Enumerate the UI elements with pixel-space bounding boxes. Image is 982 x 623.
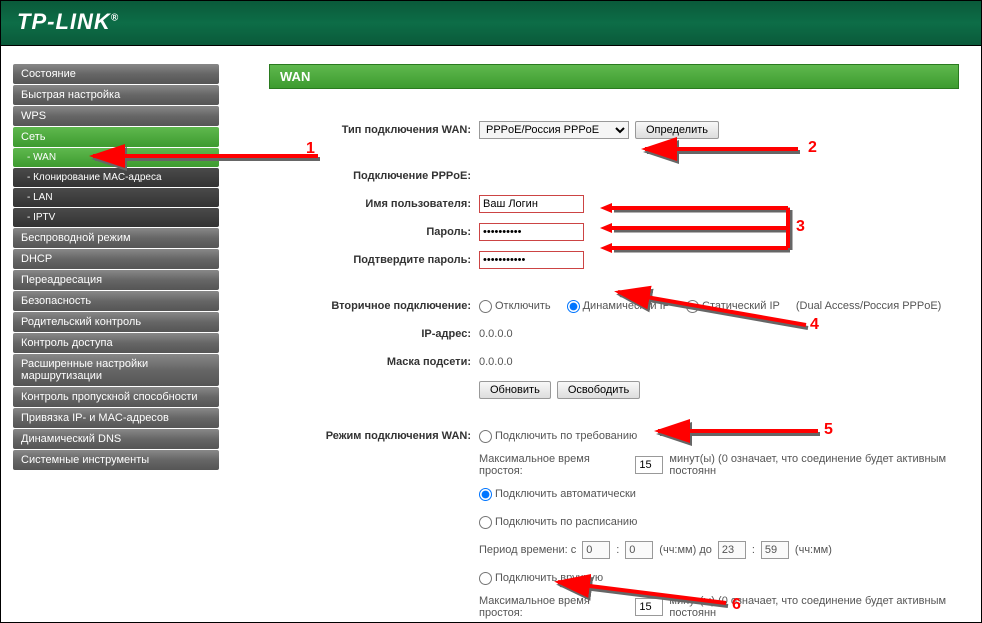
label-wan-type: Тип подключения WAN: xyxy=(269,124,479,136)
password-input[interactable] xyxy=(479,223,584,241)
menu-item[interactable]: - Клонирование MAC-адреса xyxy=(13,168,219,187)
label-wan-mode: Режим подключения WAN: xyxy=(269,430,479,442)
subnet-value: 0.0.0.0 xyxy=(479,356,513,368)
label-max-idle: Максимальное время простоя: xyxy=(479,453,629,477)
menu-item[interactable]: DHCP xyxy=(13,249,219,269)
minutes-note-2: минут(ы) (0 означает, что соединение буд… xyxy=(669,595,981,619)
radio-manual[interactable] xyxy=(479,572,492,585)
menu-item[interactable]: Переадресация xyxy=(13,270,219,290)
detect-button[interactable]: Определить xyxy=(635,121,719,139)
ip-value: 0.0.0.0 xyxy=(479,328,513,340)
label-to: (чч:мм) до xyxy=(659,544,712,556)
time3-input[interactable] xyxy=(718,541,746,559)
radio-disable[interactable] xyxy=(479,300,492,313)
radio-ondemand-label: Подключить по требованию xyxy=(495,430,637,442)
header: TP-LINK® xyxy=(1,1,981,46)
menu-item[interactable]: Родительский контроль xyxy=(13,312,219,332)
menu-item[interactable]: - IPTV xyxy=(13,208,219,227)
radio-auto-label: Подключить автоматически xyxy=(495,488,636,500)
menu-item[interactable]: Состояние xyxy=(13,64,219,84)
brand-logo: TP-LINK® xyxy=(17,9,119,34)
menu-item[interactable]: - LAN xyxy=(13,188,219,207)
idle1-input[interactable] xyxy=(635,456,663,474)
menu-item[interactable]: Привязка IP- и MAC-адресов xyxy=(13,408,219,428)
menu-item[interactable]: WPS xyxy=(13,106,219,126)
menu-item[interactable]: Контроль пропускной способности xyxy=(13,387,219,407)
minutes-note-1: минут(ы) (0 означает, что соединение буд… xyxy=(669,453,981,477)
menu-item[interactable]: Динамический DNS xyxy=(13,429,219,449)
radio-scheduled-label: Подключить по расписанию xyxy=(495,516,637,528)
username-input[interactable] xyxy=(479,195,584,213)
label-hhmm: (чч:мм) xyxy=(795,544,832,556)
dual-note: (Dual Access/Россия PPPoE) xyxy=(796,300,942,312)
menu-item[interactable]: Расширенные настройки маршрутизации xyxy=(13,354,219,386)
menu-item[interactable]: Контроль доступа xyxy=(13,333,219,353)
radio-dynamic-label: Динамический IP xyxy=(583,300,670,312)
menu-item[interactable]: Безопасность xyxy=(13,291,219,311)
content-area: WAN Тип подключения WAN: PPPoE/Россия PP… xyxy=(219,46,981,622)
label-username: Имя пользователя: xyxy=(269,198,479,210)
menu-item[interactable]: Быстрая настройка xyxy=(13,85,219,105)
time2-input[interactable] xyxy=(625,541,653,559)
label-period: Период времени: с xyxy=(479,544,576,556)
radio-static-label: Статический IP xyxy=(702,300,780,312)
label-subnet: Маска подсети: xyxy=(269,356,479,368)
label-pppoe-conn: Подключение PPPoE: xyxy=(269,170,479,182)
label-max-idle-2: Максимальное время простоя: xyxy=(479,595,629,619)
menu-item[interactable]: Беспроводной режим xyxy=(13,228,219,248)
label-password: Пароль: xyxy=(269,226,479,238)
radio-ondemand[interactable] xyxy=(479,430,492,443)
radio-scheduled[interactable] xyxy=(479,516,492,529)
label-confirm: Подтвердите пароль: xyxy=(269,254,479,266)
radio-manual-label: Подключить вручную xyxy=(495,572,603,584)
sidebar-nav: СостояниеБыстрая настройкаWPSСеть- WAN- … xyxy=(1,46,219,622)
time1-input[interactable] xyxy=(582,541,610,559)
confirm-password-input[interactable] xyxy=(479,251,584,269)
radio-disable-label: Отключить xyxy=(495,300,551,312)
release-button[interactable]: Освободить xyxy=(557,381,640,399)
radio-dynamic[interactable] xyxy=(567,300,580,313)
label-secondary: Вторичное подключение: xyxy=(269,300,479,312)
page-title: WAN xyxy=(269,64,959,89)
menu-item[interactable]: Системные инструменты xyxy=(13,450,219,470)
idle2-input[interactable] xyxy=(635,598,663,616)
menu-item[interactable]: Сеть xyxy=(13,127,219,147)
label-ip: IP-адрес: xyxy=(269,328,479,340)
time4-input[interactable] xyxy=(761,541,789,559)
menu-item[interactable]: - WAN xyxy=(13,148,219,167)
renew-button[interactable]: Обновить xyxy=(479,381,551,399)
wan-type-select[interactable]: PPPoE/Россия PPPoE xyxy=(479,121,629,139)
radio-auto[interactable] xyxy=(479,488,492,501)
radio-static[interactable] xyxy=(686,300,699,313)
